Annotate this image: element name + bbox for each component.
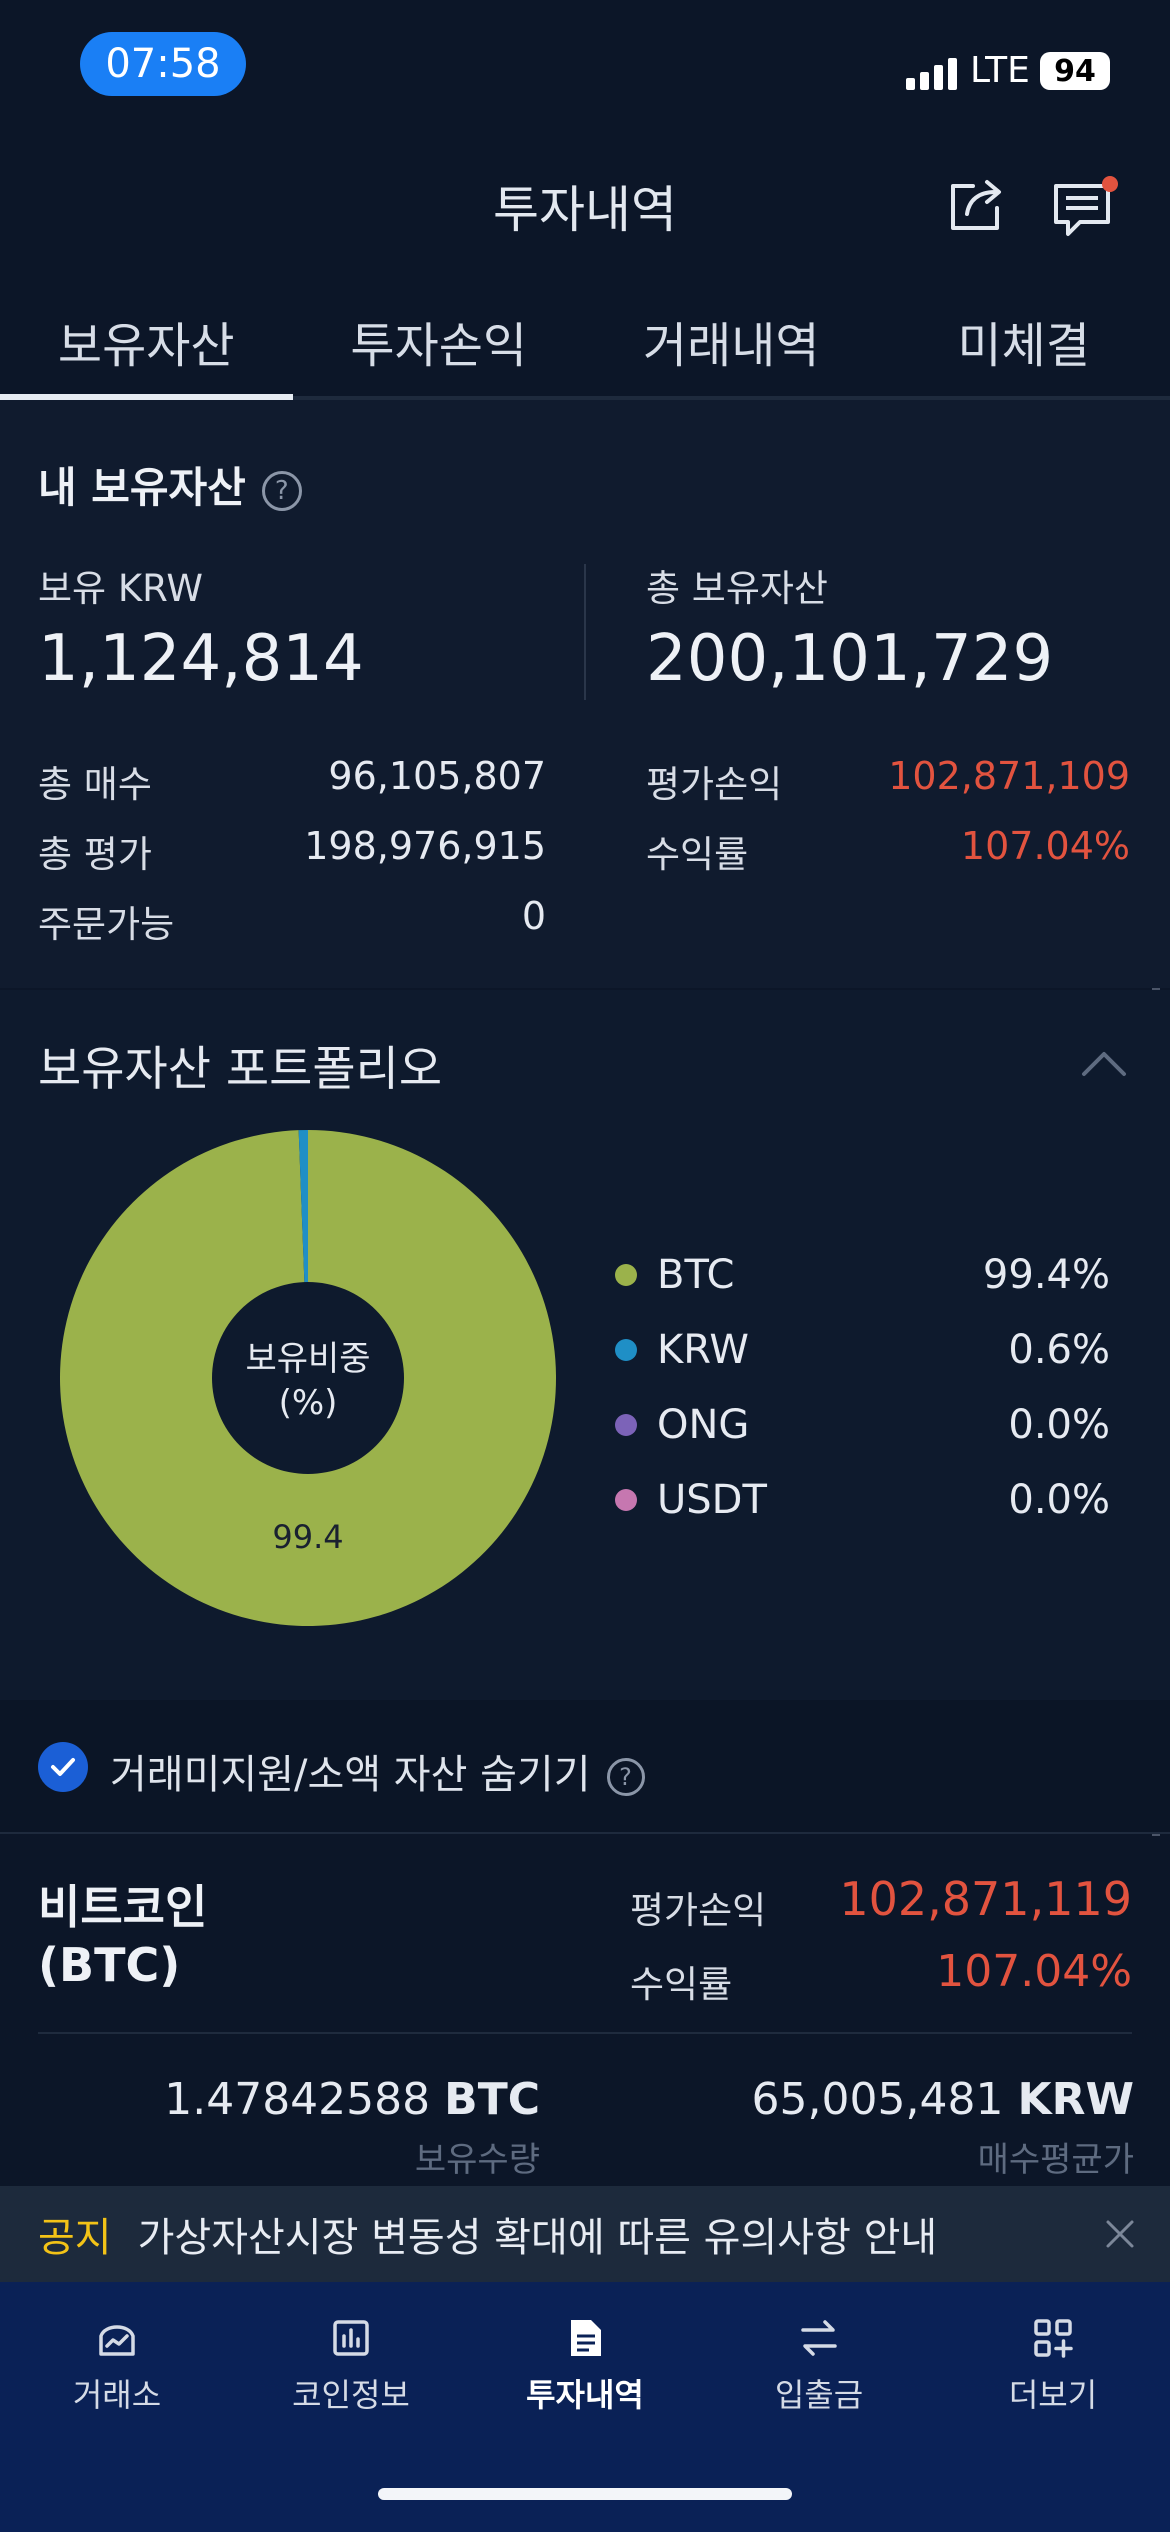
hide-small-assets-checkbox[interactable] [38, 1742, 88, 1792]
holding-rate-value: 107.04% [936, 1946, 1132, 1997]
exchange-icon [99, 2325, 135, 2356]
tab-pnl[interactable]: 투자손익 [293, 300, 586, 396]
holding-pnl-value: 102,871,119 [839, 1872, 1132, 1926]
nav-more[interactable]: 더보기 [936, 2316, 1170, 2416]
holding-quantity-value: 1.47842588 [164, 2074, 431, 2125]
status-bar: 07:58 LTE 94 [0, 0, 1170, 130]
pnl-value: 102,871,109 [888, 754, 1130, 798]
legend-dot [615, 1489, 637, 1511]
rate-label: 수익률 [646, 833, 749, 876]
tab-bar: 보유자산 투자손익 거래내역 미체결 [0, 300, 1170, 400]
hide-small-assets-label[interactable]: 거래미지원/소액 자산 숨기기? [110, 1742, 645, 1800]
help-icon[interactable]: ? [261, 470, 302, 511]
coin-name: 비트코인 (BTC) [38, 1878, 207, 1994]
total-buy-value: 96,105,807 [328, 754, 546, 798]
legend-item-btc: BTC 99.4% [615, 1245, 1110, 1305]
orderable-label: 주문가능 [38, 903, 175, 946]
notice-text: 가상자산시장 변동성 확대에 따른 유의사항 안내 [137, 2215, 938, 2261]
orderable-value: 0 [521, 894, 546, 938]
krw-value: 1,124,814 [38, 622, 364, 696]
chevron-up-icon[interactable] [1080, 1048, 1128, 1078]
legend-name: BTC [657, 1252, 735, 1298]
notice-tag: 공지 [38, 2215, 112, 2261]
pnl-label: 평가손익 [646, 763, 783, 806]
legend-name: KRW [657, 1327, 749, 1373]
holding-pnl-label: 평가손익 [630, 1889, 767, 1932]
portfolio-donut-chart: 보유비중 (%) 99.4 [60, 1130, 556, 1626]
holding-quantity-unit: BTC [444, 2074, 540, 2125]
notice-banner[interactable]: 공지 가상자산시장 변동성 확대에 따른 유의사항 안내 [0, 2186, 1170, 2282]
total-buy-label: 총 매수 [38, 763, 152, 806]
signal-icon [906, 56, 957, 90]
rate-value: 107.04% [960, 824, 1130, 868]
divider [38, 2032, 1132, 2034]
holdings-summary: 내 보유자산? 보유 KRW 1,124,814 총 보유자산 200,101,… [0, 400, 1170, 988]
tab-history[interactable]: 거래내역 [585, 300, 878, 396]
nav-label: 더보기 [1008, 2376, 1098, 2414]
legend-dot [615, 1414, 637, 1436]
donut-center-label: 보유비중 [245, 1339, 370, 1379]
check-icon [51, 1758, 75, 1776]
hide-small-assets-text: 거래미지원/소액 자산 숨기기 [110, 1752, 591, 1798]
tab-holdings[interactable]: 보유자산 [0, 300, 293, 400]
holding-avg-price-value: 65,005,481 [751, 2074, 1004, 2125]
legend-item-ong: ONG 0.0% [615, 1395, 1110, 1455]
transfer-icon [801, 2320, 837, 2356]
summary-heading-text: 내 보유자산 [38, 463, 246, 512]
nav-label: 코인정보 [292, 2376, 410, 2414]
nav-label: 거래소 [72, 2376, 162, 2414]
total-assets-label: 총 보유자산 [646, 567, 828, 610]
close-icon[interactable] [1100, 2214, 1140, 2254]
legend-pct: 99.4% [982, 1252, 1110, 1298]
hide-small-assets-row: 거래미지원/소액 자산 숨기기? [0, 1700, 1170, 1834]
share-icon[interactable] [945, 172, 1009, 236]
nav-coin-info[interactable]: 코인정보 [234, 2316, 468, 2416]
nav-label: 입출금 [774, 2376, 864, 2414]
holding-quantity: 1.47842588 BTC [60, 2074, 540, 2125]
nav-investment-history[interactable]: 투자내역 [468, 2316, 702, 2416]
status-time: 07:58 [80, 32, 246, 96]
nav-label: 투자내역 [526, 2376, 644, 2414]
legend-item-krw: KRW 0.6% [615, 1320, 1110, 1380]
legend-pct: 0.0% [1008, 1402, 1110, 1448]
nav-exchange[interactable]: 거래소 [0, 2316, 234, 2416]
help-icon[interactable]: ? [606, 1758, 645, 1796]
holding-avg-price: 65,005,481 KRW [620, 2074, 1134, 2125]
portfolio-title: 보유자산 포트폴리오 [38, 1042, 443, 1097]
total-eval-label: 총 평가 [38, 833, 152, 876]
krw-label: 보유 KRW [38, 567, 203, 610]
legend-pct: 0.0% [1008, 1477, 1110, 1523]
divider [584, 564, 586, 700]
holding-rate-label: 수익률 [630, 1963, 733, 2006]
document-icon [571, 2320, 601, 2356]
coin-name-korean: 비트코인 [38, 1880, 208, 1934]
legend-pct: 0.6% [1008, 1327, 1110, 1373]
legend-dot [615, 1264, 637, 1286]
battery-icon: 94 [1040, 52, 1110, 90]
tab-pending[interactable]: 미체결 [878, 300, 1170, 396]
chat-icon[interactable] [1050, 172, 1120, 242]
coin-symbol: (BTC) [38, 1938, 181, 1992]
holding-avg-price-label: 매수평균가 [977, 2140, 1134, 2180]
legend-name: USDT [657, 1477, 767, 1523]
legend-name: ONG [657, 1402, 750, 1448]
nav-deposit-withdraw[interactable]: 입출금 [702, 2316, 936, 2416]
legend-item-usdt: USDT 0.0% [615, 1470, 1110, 1530]
summary-heading: 내 보유자산? [38, 454, 302, 515]
legend-dot [615, 1339, 637, 1361]
chart-icon [333, 2320, 369, 2356]
donut-slice-label: 99.4 [272, 1518, 343, 1556]
portfolio-section: 보유자산 포트폴리오 보유비중 (%) 99.4 BTC 99.4% KRW 0… [0, 990, 1170, 1700]
holding-card-btc[interactable]: 비트코인 (BTC) 평가손익 102,871,119 수익률 107.04% … [0, 1836, 1170, 2186]
total-assets-value: 200,101,729 [646, 622, 1054, 696]
network-label: LTE [970, 50, 1030, 91]
home-indicator [378, 2488, 792, 2500]
more-icon [1034, 2319, 1073, 2358]
donut-center-unit: (%) [279, 1383, 338, 1423]
total-eval-value: 198,976,915 [304, 824, 546, 868]
holding-quantity-label: 보유수량 [414, 2140, 540, 2180]
holding-avg-price-unit: KRW [1017, 2074, 1134, 2125]
